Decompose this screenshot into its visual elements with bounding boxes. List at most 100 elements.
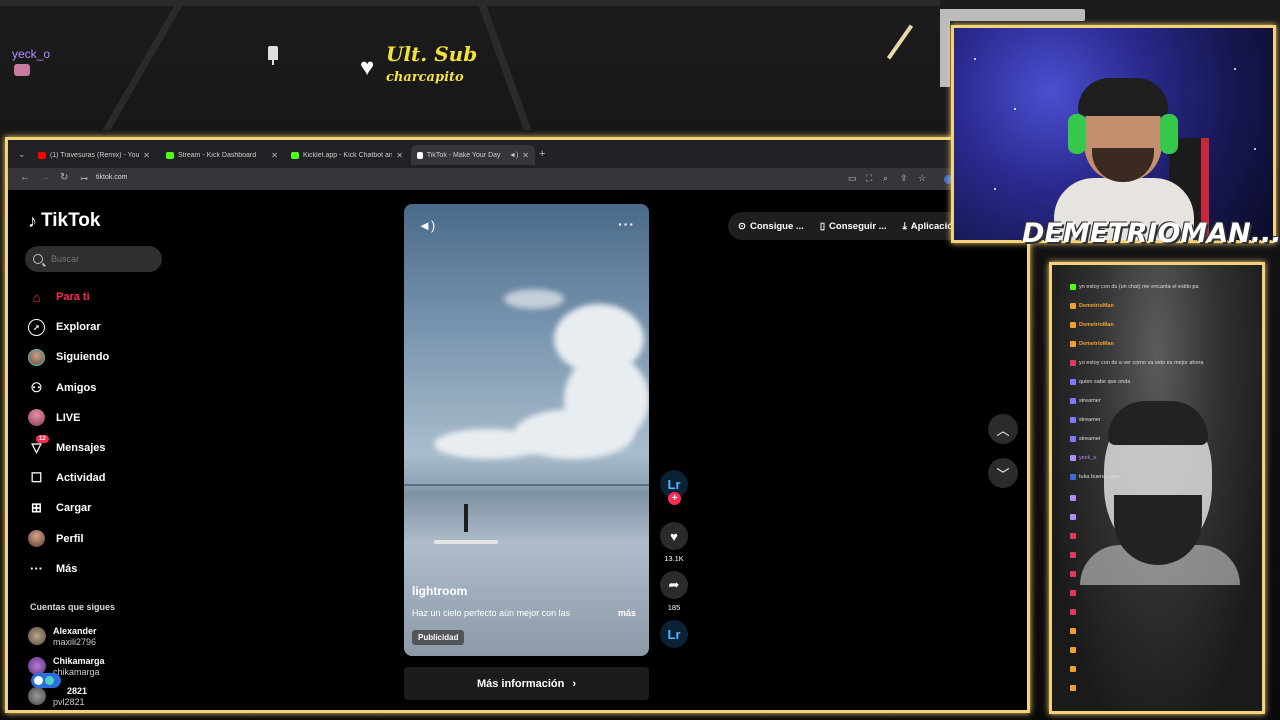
sidebar-item-label: Para ti [56,291,90,304]
tiktok-logo-text: TikTok [41,210,101,231]
chat-badge-icon [1070,590,1076,596]
chat-text: DemetrioMan [1079,303,1114,309]
tab-label: Stream - Kick Dashboard [177,151,257,159]
zoom-icon[interactable]: ⌕ [883,173,888,184]
sidebar-item-siguiendo[interactable]: Siguiendo [28,342,109,372]
close-icon[interactable]: ✕ [522,151,529,160]
heart-icon: ♥ [360,54,375,81]
chat-badge-icon [1070,360,1076,366]
chat-message: yo estoy con ds (un chat) me encanta el … [1070,284,1199,290]
sidebar-item-label: Cargar [56,502,92,515]
sidebar-item-perfil[interactable]: Perfil [28,524,109,554]
next-video-button[interactable]: ﹀ [988,458,1018,488]
chat-badge-icon [1070,571,1076,577]
tab-tiktok[interactable]: TikTok - Make Your Day ◄) ✕ [411,145,535,165]
tab-search-icon[interactable]: ⌄ [18,149,26,160]
sidebar-item-label: Más [56,562,78,575]
account-handle: pvl2821 [53,696,85,707]
close-icon[interactable]: ✕ [271,151,278,160]
install-icon[interactable]: ▭ [848,173,857,184]
chat-message-placeholder [1070,533,1076,539]
sidebar-item-live[interactable]: LIVE [28,403,109,433]
like-button[interactable]: ♥ [660,522,688,550]
sidebar-item-amigos[interactable]: ⚇ Amigos [28,373,109,403]
share-button[interactable]: ➦ [660,571,688,599]
cloud-shape [434,429,544,459]
star [974,58,976,60]
kicklet-icon [291,151,299,159]
new-tab-button[interactable]: + [539,148,545,160]
chat-message: tuka buena sabe [1070,474,1120,480]
chat-badge-icon [1070,398,1076,404]
kick-icon [166,151,174,159]
star [1254,148,1256,150]
translate-icon[interactable]: ⛶ [866,173,872,184]
sidebar-item-cargar[interactable]: ⊞ Cargar [28,493,109,523]
tab-youtube[interactable]: (1) Travesuras (Remix) - YouTube ✕ [32,145,156,165]
sidebar-item-mensajes[interactable]: ▽ 12 Mensajes [28,433,109,463]
chevron-down-icon: ﹀ [996,466,1010,482]
youtube-icon [38,151,46,159]
caption-more-link[interactable]: más [618,608,636,618]
sidebar-item-label: Actividad [56,472,106,485]
get-app-button[interactable]: ▯ Conseguir ... [820,221,887,232]
back-icon[interactable]: ← [20,172,30,183]
ad-badge: Publicidad [412,630,465,645]
close-icon[interactable]: ✕ [396,151,403,160]
heart-icon: ♥ [670,528,678,544]
following-account[interactable]: Alexander maxili2796 [28,621,105,651]
chat-message-placeholder [1070,590,1076,596]
account-handle: maxili2796 [53,636,97,647]
search-icon [33,254,43,264]
chat-message: streamer [1070,436,1101,442]
more-info-button[interactable]: Más información › [404,667,649,700]
chat-message-placeholder [1070,609,1076,615]
floating-widget-button[interactable] [31,673,61,688]
url-field[interactable]: tiktok.com [96,174,128,181]
follow-plus-icon[interactable]: + [668,492,681,505]
speaker-icon[interactable]: ◄) [509,152,518,159]
sidebar-item-label: Explorar [56,321,101,334]
chat-text: streamer [1079,436,1101,442]
tiktok-logo[interactable]: ♪ TikTok [28,210,100,232]
site-info-icon[interactable]: ⊶ [80,174,88,183]
upload-icon: ⊞ [31,500,42,516]
chat-badge-icon [1070,514,1076,520]
tab-label: (1) Travesuras (Remix) - YouTube [49,151,140,159]
chat-badge-icon [1070,685,1076,691]
chat-badge-icon [1070,533,1076,539]
close-icon[interactable]: ✕ [143,151,150,160]
star [994,188,996,190]
chat-text: yo estoy con ds (un chat) me encanta el … [1079,284,1199,290]
chat-message: quien sabe que onda [1070,379,1130,385]
forward-icon[interactable]: → [40,172,50,183]
chevron-up-icon: ︿ [996,422,1010,438]
more-options-icon[interactable]: ··· [618,216,635,232]
previous-video-button[interactable]: ︿ [988,414,1018,444]
sidebar-item-actividad[interactable]: ☐ Actividad [28,463,109,493]
get-coins-label: Consigue ... [749,220,804,232]
search-input[interactable] [51,254,151,264]
tab-kicklet[interactable]: Kicklet.app - Kick Chatbot and ✕ [285,145,409,165]
tiktok-icon [417,151,423,159]
music-disc-button[interactable]: Lr [660,620,688,648]
volume-icon[interactable]: ◄) [418,218,435,233]
get-coins-button[interactable]: ⊙ Consigue ... [738,221,804,232]
chat-text: quien sabe que onda [1079,379,1131,385]
sidebar-item-mas[interactable]: ··· Más [28,554,109,584]
video-author[interactable]: lightroom [412,584,467,598]
account-handle: chikamarga [53,666,100,677]
tab-bar: ⌄ (1) Travesuras (Remix) - YouTube ✕ Str… [8,140,1027,168]
search-box[interactable] [25,246,162,272]
sidebar-item-label: Mensajes [56,442,106,455]
sidebar-item-para-ti[interactable]: ⌂ Para ti [28,282,109,312]
ceiling-beam [476,0,532,130]
bookmark-star-icon[interactable]: ☆ [918,173,926,184]
share-icon[interactable]: ⇪ [900,173,908,184]
reload-icon[interactable]: ↻ [60,172,68,183]
sidebar-item-explorar[interactable]: ➚ Explorar [28,312,109,342]
phone-icon: ▯ [819,220,826,232]
tab-kick-dashboard[interactable]: Stream - Kick Dashboard ✕ [160,145,284,165]
video-player[interactable]: ◄) ··· lightroom Haz un cielo perfecto a… [404,204,649,656]
creator-avatar-button[interactable]: Lr + [660,470,688,505]
